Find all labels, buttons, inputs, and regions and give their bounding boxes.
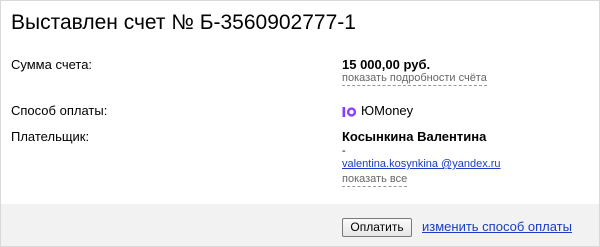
page-title: Выставлен счет № Б-3560902777-1 [11, 11, 356, 34]
show-all-link[interactable]: показать все [342, 173, 408, 187]
amount-label: Сумма счета: [11, 57, 93, 72]
payment-method-value: ЮMoney [342, 103, 413, 119]
payment-method-label: Способ оплаты: [11, 103, 108, 118]
payer-name: Косынкина Валентина [342, 129, 487, 144]
amount-value: 15 000,00 руб. [342, 57, 431, 72]
pay-button[interactable]: Оплатить [342, 218, 412, 237]
payer-email-link[interactable]: valentina.kosynkina @yandex.ru [342, 158, 501, 171]
payment-method-name: ЮMoney [361, 103, 414, 118]
payer-label: Плательщик: [11, 129, 90, 144]
invoice-panel: Выставлен счет № Б-3560902777-1 Сумма сч… [0, 0, 600, 247]
change-payment-method-link[interactable]: изменить способ оплаты [422, 219, 572, 235]
yoomoney-icon [342, 105, 357, 117]
show-invoice-details-link[interactable]: показать подробности счёта [342, 72, 487, 86]
payer-phone: - [342, 145, 346, 157]
